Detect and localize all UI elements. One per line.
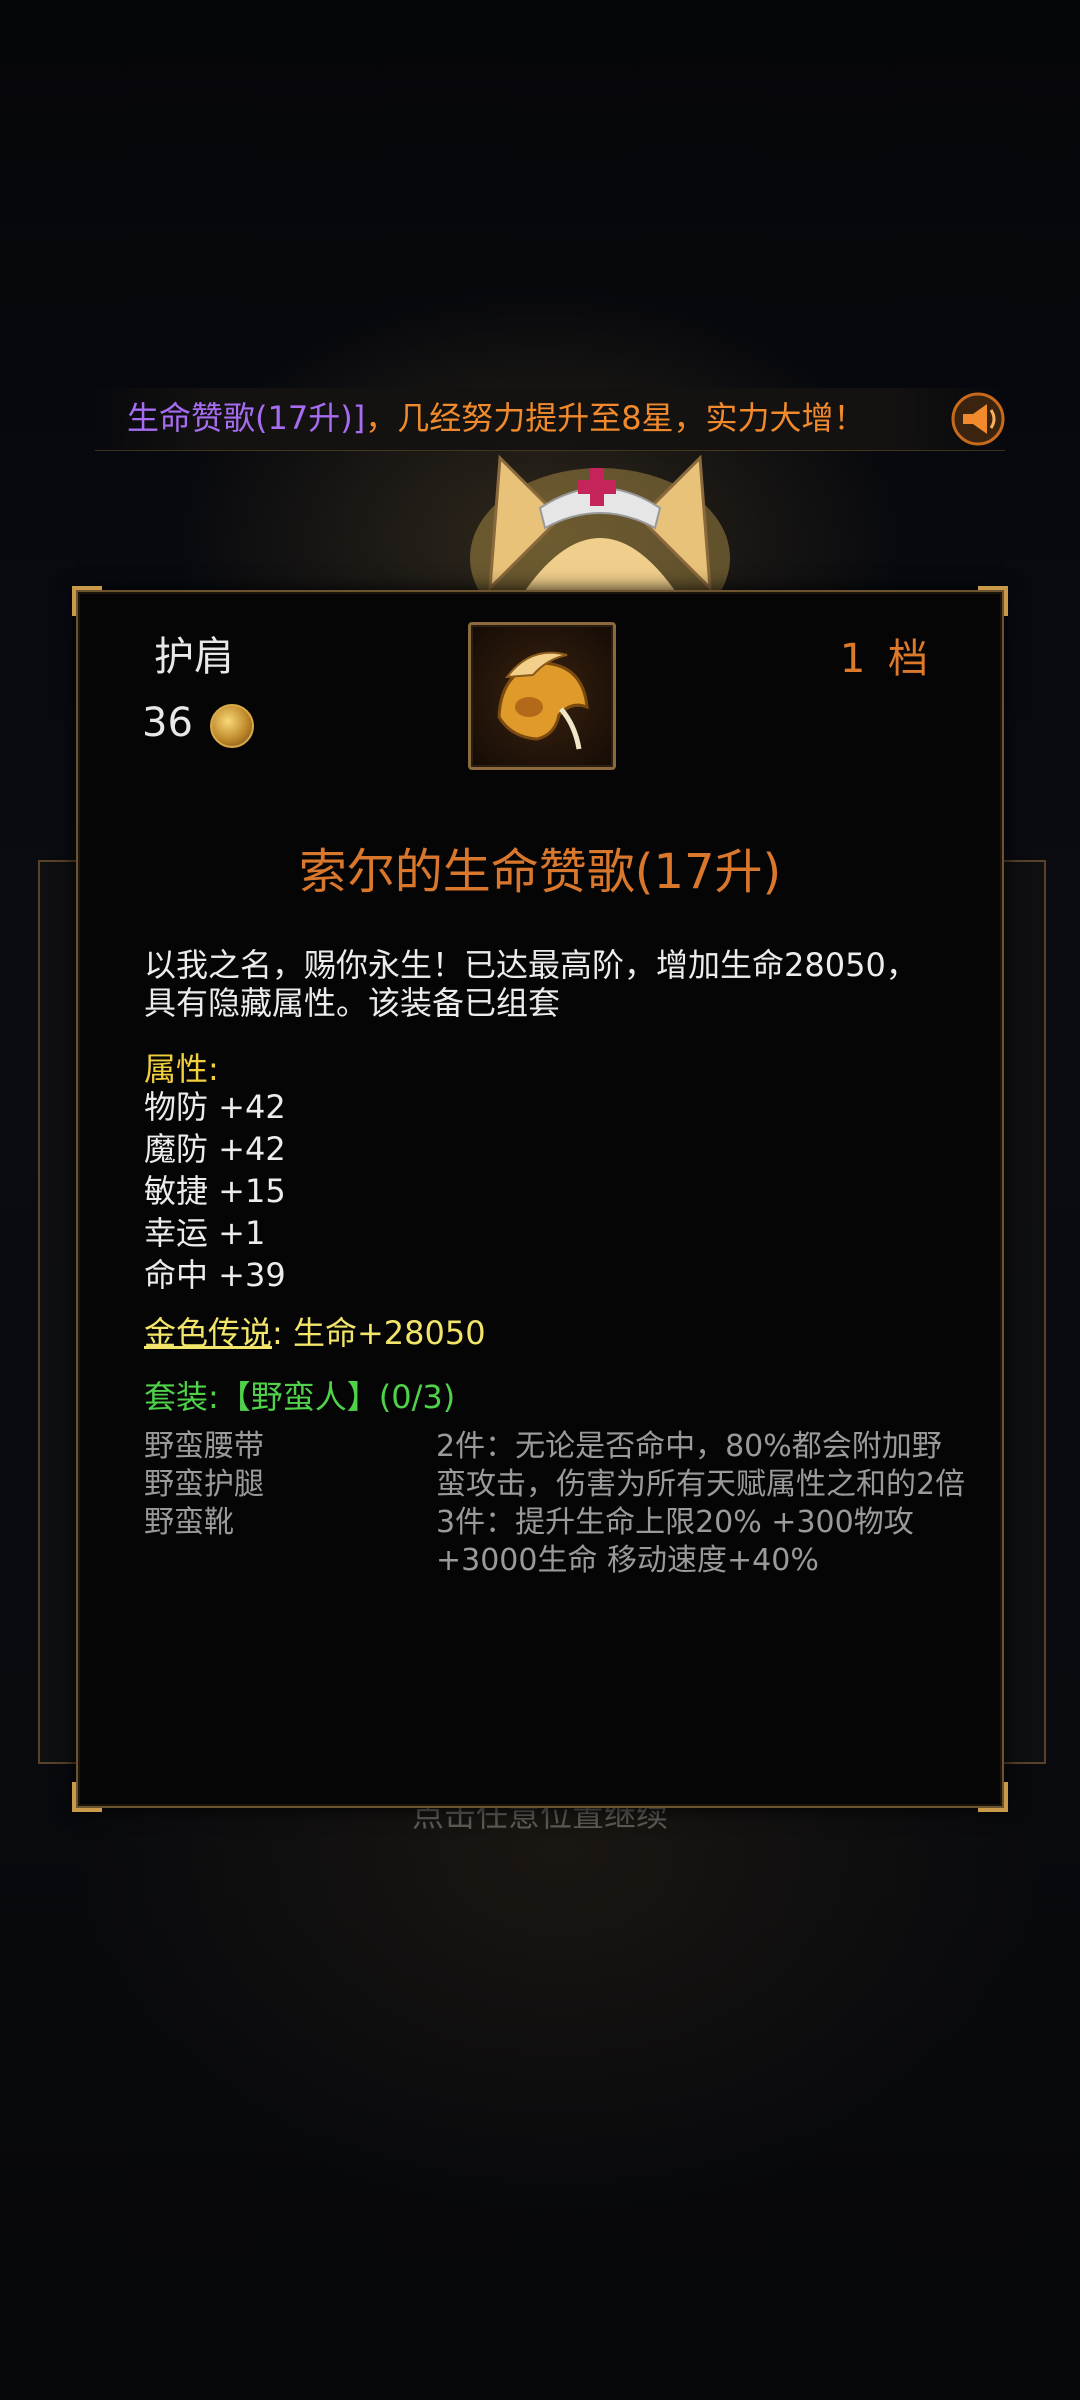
set-pieces-list: 野蛮腰带 野蛮护腿 野蛮靴 [144, 1428, 264, 1542]
attribute-item: 物防 +42 [144, 1088, 286, 1126]
gold-coin-icon [210, 704, 254, 748]
set-bonus-2: 2件：无论是否命中，80%都会附加野蛮攻击，伤害为所有天赋属性之和的2倍 [436, 1429, 966, 1502]
attributes-list: 物防 +42 魔防 +42 敏捷 +15 幸运 +1 命中 +39 [144, 1086, 286, 1296]
item-tier: 1 档 [839, 636, 928, 682]
panel-corner-ornament [978, 1782, 1008, 1812]
set-piece: 野蛮护腿 [144, 1467, 264, 1502]
helmet-shoulder-icon [468, 622, 616, 770]
attribute-item: 命中 +39 [144, 1256, 286, 1294]
hero-character-art [470, 454, 730, 598]
legendary-label: 金色传说 [144, 1314, 273, 1352]
announcement-text: 生命赞歌(17升)]，几经努力提升至8星，实力大增！ [127, 398, 866, 438]
set-piece: 野蛮靴 [144, 1505, 234, 1540]
legendary-value: 生命+28050 [282, 1314, 486, 1352]
panel-corner-ornament [72, 586, 102, 616]
legendary-colon: : [272, 1314, 283, 1352]
set-piece: 野蛮腰带 [144, 1429, 264, 1464]
equipment-slot-name: 护肩 [154, 634, 234, 680]
announcement-item-name: 生命赞歌(17升)] [127, 399, 366, 437]
set-bonus-3: 3件：提升生命上限20% +300物攻 +3000生命 移动速度+40% [436, 1505, 914, 1578]
set-title: 套装:【野蛮人】(0/3) [144, 1378, 456, 1416]
item-title: 索尔的生命赞歌(17升) [298, 844, 782, 900]
legendary-bonus: 金色传说: 生命+28050 [144, 1308, 486, 1354]
attribute-item: 敏捷 +15 [144, 1172, 286, 1210]
announcement-message: ，几经努力提升至8星，实力大增！ [365, 399, 866, 437]
panel-corner-ornament [978, 586, 1008, 616]
item-description: 以我之名，赐你永生！已达最高阶，增加生命28050，具有隐藏属性。该装备已组套 [144, 946, 918, 1022]
item-detail-panel: 护肩 36 1 档 索尔的生命赞歌(17升) 以我之名，赐你永生！已达最高阶，增… [72, 586, 1008, 1812]
announcement-banner: 生命赞歌(17升)]，几经努力提升至8星，实力大增！ [95, 388, 1005, 451]
item-price: 36 [142, 700, 193, 746]
megaphone-icon[interactable] [951, 392, 1005, 446]
game-scene[interactable]: 点击任意位置继续 生命赞歌(17升)]，几经努力提升至8星，实力大增！ 护肩 3… [0, 0, 1080, 2400]
attribute-item: 魔防 +42 [144, 1130, 286, 1168]
set-bonus-list: 2件：无论是否命中，80%都会附加野蛮攻击，伤害为所有天赋属性之和的2倍 3件：… [436, 1428, 966, 1580]
attribute-item: 幸运 +1 [144, 1214, 266, 1252]
attributes-label: 属性: [144, 1050, 219, 1088]
panel-corner-ornament [72, 1782, 102, 1812]
